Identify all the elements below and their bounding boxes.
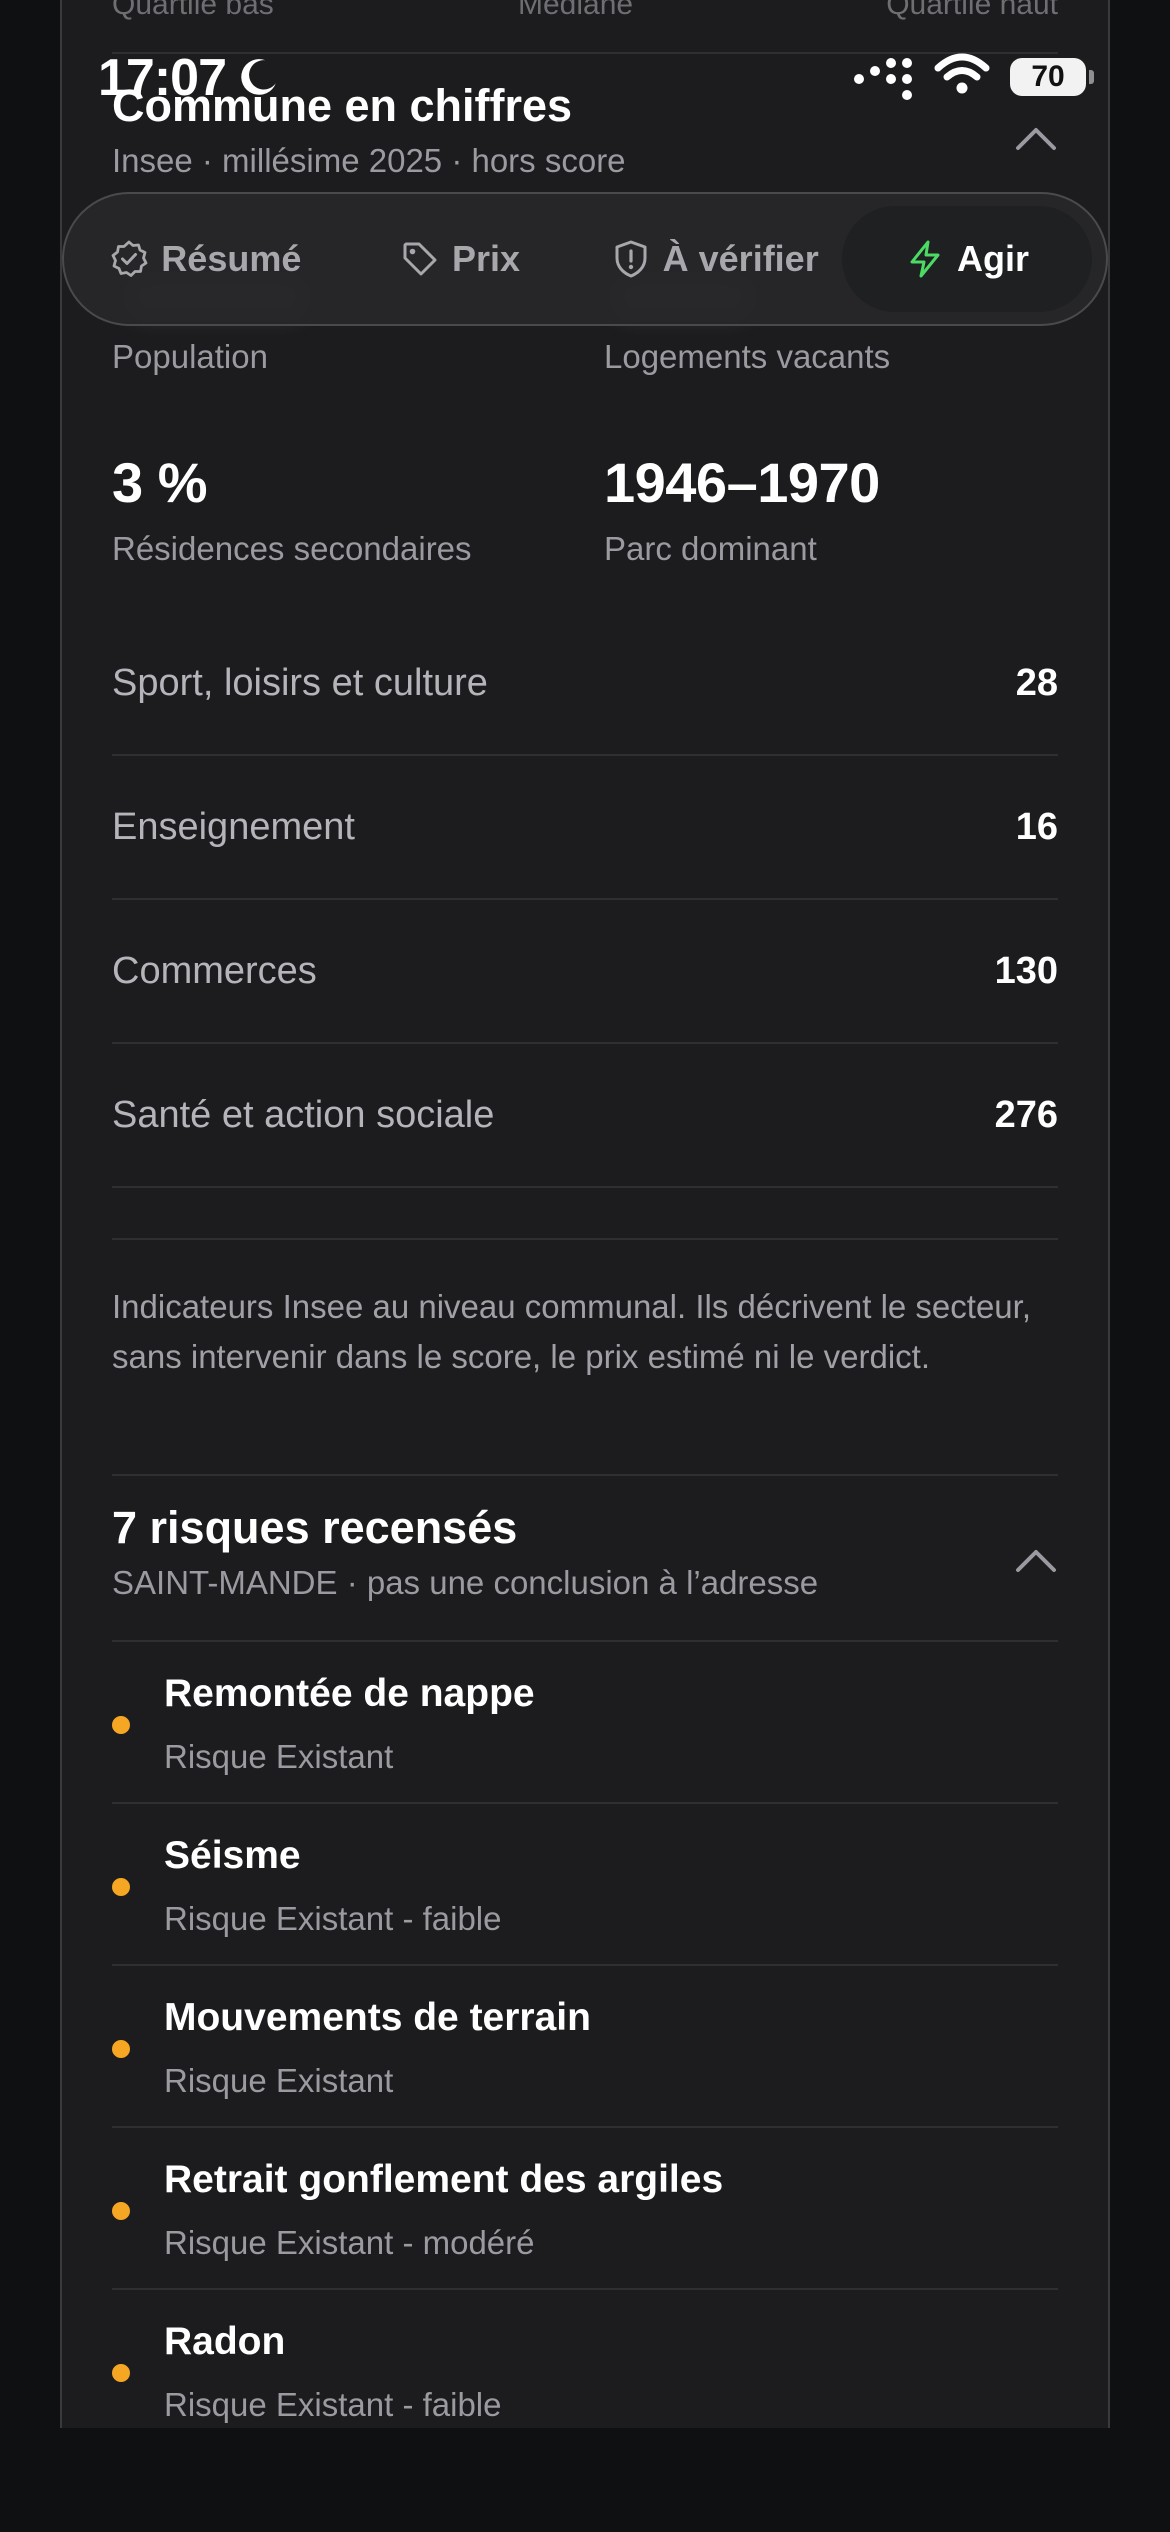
tab-label: Agir [957,238,1030,279]
tag-icon [403,242,437,276]
status-time: 17:07 [98,49,227,107]
stat-row-value: 130 [994,949,1058,992]
stat-row: Enseignement 16 [112,756,1058,900]
secondary-residences-label: Résidences secondaires [112,530,472,567]
risk-item[interactable]: Mouvements de terrain Risque Existant [112,1966,1058,2128]
page: 17:07 70 Quartile bas Médiane Quartile h… [0,0,1170,2532]
dominant-stock-value: 1946–1970 [604,451,880,514]
stat-row-label: Enseignement [112,805,355,848]
stat-row: Santé et action sociale 276 [112,1044,1058,1188]
moon-icon [241,59,276,95]
stat-row: Sport, loisirs et culture 28 [112,612,1058,756]
divider [112,1474,1058,1476]
cellular-signal-icon [854,58,912,100]
stat-row-label: Santé et action sociale [112,1093,495,1136]
chevron-up-icon[interactable] [1014,1546,1058,1576]
stat-row-value: 276 [994,1093,1058,1136]
stat-row-value: 16 [1015,805,1058,848]
tab-prix[interactable]: Prix [333,206,588,312]
risk-item[interactable]: Radon Risque Existant - faible [112,2290,1058,2428]
risk-item[interactable]: Séisme Risque Existant - faible [112,1804,1058,1966]
risk-bullet [112,1716,130,1734]
risk-bullet [112,2364,130,2382]
check-badge-icon [111,240,148,277]
risk-detail: Risque Existant - faible [164,2386,502,2423]
tab-label: Résumé [161,238,302,279]
risk-detail: Risque Existant - modéré [164,2224,535,2261]
risk-bullet [112,1878,130,1896]
risks-section-subtitle: SAINT-MANDE · pas une conclusion à l’adr… [112,1564,819,1601]
section-tab-bar: Résumé Prix À vérifier Agir [62,192,1108,326]
risks-section-header[interactable]: 7 risques recensés SAINT-MANDE · pas une… [112,1502,1058,1602]
risk-detail: Risque Existant [164,2062,394,2099]
tab-resume[interactable]: Résumé [78,206,333,312]
risks-section-title: 7 risques recensés [112,1502,518,1553]
risk-item[interactable]: Retrait gonflement des argiles Risque Ex… [112,2128,1058,2290]
vacant-housing-label: Logements vacants [604,338,891,375]
content-card[interactable]: Quartile bas Médiane Quartile haut Commu… [60,0,1110,2428]
risk-name: Retrait gonflement des argiles [164,2158,724,2201]
population-label: Population [112,338,268,375]
tab-label: À vérifier [662,238,819,279]
stat-row: Commerces 130 [112,900,1058,1044]
risk-name: Mouvements de terrain [164,1996,591,2039]
risk-name: Radon [164,2320,286,2363]
insee-note: Indicateurs Insee au niveau communal. Il… [112,1288,1031,1375]
lightning-icon [910,240,940,278]
wifi-icon [934,53,990,94]
risk-detail: Risque Existant - faible [164,1900,502,1937]
secondary-residences-value: 3 % [112,451,208,514]
stat-row-value: 28 [1015,661,1058,704]
tab-agir[interactable]: Agir [842,206,1093,312]
status-bar: 17:07 70 [0,0,1170,150]
dominant-stock-label: Parc dominant [604,530,817,567]
stat-row-label: Sport, loisirs et culture [112,661,488,704]
shield-alert-icon [615,240,647,278]
risk-name: Séisme [164,1834,301,1877]
risk-detail: Risque Existant [164,1738,394,1775]
risk-item[interactable]: Remontée de nappe Risque Existant [112,1642,1058,1804]
risk-bullet [112,2202,130,2220]
risk-name: Remontée de nappe [164,1672,535,1715]
tab-a-verifier[interactable]: À vérifier [587,206,842,312]
risk-bullet [112,2040,130,2058]
divider [112,1238,1058,1240]
battery-indicator: 70 [1010,58,1094,96]
tab-label: Prix [451,238,521,279]
stat-row-label: Commerces [112,949,317,992]
